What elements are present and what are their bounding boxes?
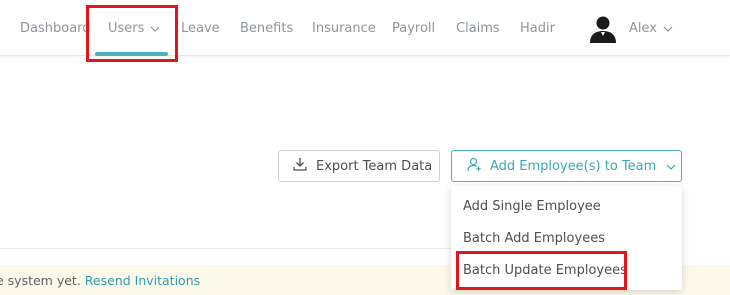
nav-item-leave[interactable]: Leave — [181, 0, 220, 56]
notice-text: e system yet. — [0, 272, 81, 288]
nav-item-insurance[interactable]: Insurance — [312, 0, 376, 56]
user-plus-icon — [467, 157, 482, 176]
nav-item-claims[interactable]: Claims — [456, 0, 500, 56]
menu-item-label: Add Single Employee — [463, 198, 601, 214]
nav-item-label: Insurance — [312, 20, 376, 36]
export-team-data-button[interactable]: Export Team Data — [278, 150, 440, 182]
menu-item-batch-add-employees[interactable]: Batch Add Employees — [463, 228, 605, 248]
chevron-down-icon — [666, 159, 676, 174]
nav-item-benefits[interactable]: Benefits — [240, 0, 293, 56]
nav-item-label: Benefits — [240, 20, 294, 36]
nav-item-dashboard[interactable]: Dashboard — [20, 0, 91, 56]
user-avatar-icon[interactable] — [588, 13, 618, 43]
chevron-down-icon — [663, 21, 673, 36]
nav-item-label: Leave — [181, 20, 220, 36]
nav-item-label: Dashboard — [20, 20, 91, 36]
user-name: Alex — [629, 20, 657, 36]
app-screen: Dashboard Users Leave Benefits Insurance… — [0, 0, 730, 295]
nav-item-label: Claims — [456, 20, 500, 36]
nav-item-label: Payroll — [392, 20, 436, 36]
download-icon — [293, 157, 316, 175]
highlight-box-users — [86, 5, 178, 62]
user-menu[interactable]: Alex — [629, 0, 673, 56]
add-employees-label: Add Employee(s) to Team — [490, 158, 657, 174]
section-divider — [0, 248, 452, 249]
add-employees-button[interactable]: Add Employee(s) to Team — [451, 150, 682, 182]
nav-item-payroll[interactable]: Payroll — [392, 0, 435, 56]
export-label: Export Team Data — [316, 158, 433, 174]
menu-item-label: Batch Add Employees — [463, 230, 605, 246]
resend-invitations-link[interactable]: Resend Invitations — [85, 273, 200, 288]
nav-item-hadir[interactable]: Hadir — [520, 0, 555, 56]
nav-item-label: Hadir — [520, 20, 555, 36]
highlight-box-batch-update — [456, 251, 627, 290]
menu-item-add-single-employee[interactable]: Add Single Employee — [463, 196, 601, 216]
